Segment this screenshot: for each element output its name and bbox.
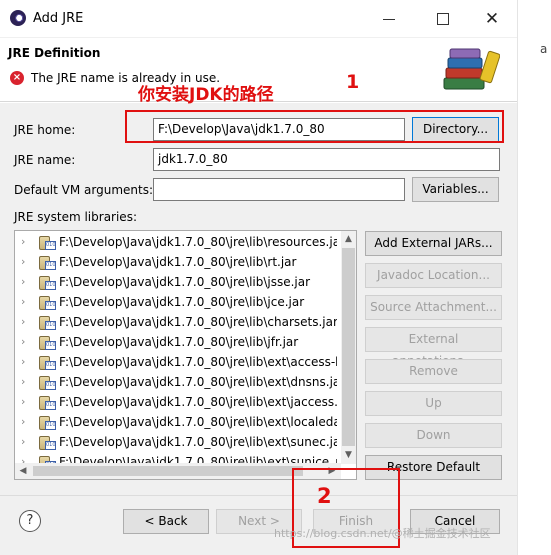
tree-row[interactable]: ›010F:\Develop\Java\jdk1.7.0_80\jre\lib\…	[15, 292, 337, 312]
chevron-right-icon[interactable]: ›	[21, 392, 31, 412]
jar-icon: 010	[39, 435, 56, 450]
annotation-marker-2: 2	[317, 484, 332, 508]
external-annotations-button[interactable]: External annotations...	[365, 327, 502, 368]
close-button[interactable]: ✕	[480, 10, 504, 28]
chevron-right-icon[interactable]: ›	[21, 252, 31, 272]
tree-row[interactable]: ›010F:\Develop\Java\jdk1.7.0_80\jre\lib\…	[15, 312, 337, 332]
variables-button[interactable]: Variables...	[412, 177, 499, 202]
vm-args-field[interactable]	[153, 178, 405, 201]
down-button[interactable]: Down	[365, 423, 502, 448]
chevron-right-icon[interactable]: ›	[21, 412, 31, 432]
source-attachment-button[interactable]: Source Attachment...	[365, 295, 502, 320]
scroll-up-icon[interactable]: ▲	[342, 232, 355, 246]
tree-row[interactable]: ›010F:\Develop\Java\jdk1.7.0_80\jre\lib\…	[15, 352, 337, 372]
chevron-right-icon[interactable]: ›	[21, 372, 31, 392]
jre-name-field[interactable]: jdk1.7.0_80	[153, 148, 500, 171]
up-button[interactable]: Up	[365, 391, 502, 416]
help-icon[interactable]: ?	[19, 510, 41, 532]
jar-icon: 010	[39, 395, 56, 410]
scroll-down-icon[interactable]: ▼	[342, 448, 355, 462]
annotation-box-1	[125, 110, 504, 143]
jar-icon: 010	[39, 415, 56, 430]
tree-row[interactable]: ›010F:\Develop\Java\jdk1.7.0_80\jre\lib\…	[15, 252, 337, 272]
jar-icon: 010	[39, 255, 56, 270]
tree-row[interactable]: ›010F:\Develop\Java\jdk1.7.0_80\jre\lib\…	[15, 372, 337, 392]
libraries-tree[interactable]: › 010 F:\Develop\Java\jdk1.7.0_80\jre\lib\…	[14, 230, 357, 480]
tree-row[interactable]: ›010F:\Develop\Java\jdk1.7.0_80\jre\lib\…	[15, 332, 337, 352]
window-title: Add JRE	[33, 11, 84, 26]
error-icon: ×	[10, 71, 24, 85]
vertical-scroll-thumb[interactable]	[342, 248, 355, 446]
watermark: https://blog.csdn.net/@稀土掘金技术社区	[274, 527, 491, 540]
tree-row[interactable]: ›010F:\Develop\Java\jdk1.7.0_80\jre\lib\…	[15, 432, 337, 452]
chevron-right-icon[interactable]: ›	[21, 232, 31, 252]
tree-row[interactable]: ›010F:\Develop\Java\jdk1.7.0_80\jre\lib\…	[15, 232, 337, 252]
jar-icon: 010	[39, 275, 56, 290]
tree-row[interactable]: ›010F:\Develop\Java\jdk1.7.0_80\jre\lib\…	[15, 392, 337, 412]
chevron-right-icon[interactable]: ›	[21, 272, 31, 292]
maximize-button[interactable]	[427, 10, 457, 28]
jar-icon: 010	[39, 335, 56, 350]
tree-row[interactable]: ›010F:\Develop\Java\jdk1.7.0_80\jre\lib\…	[15, 412, 337, 432]
add-external-jars-button[interactable]: Add External JARs...	[365, 231, 502, 256]
jar-icon: 010	[39, 355, 56, 370]
books-icon	[443, 48, 500, 90]
remove-button[interactable]: Remove	[365, 359, 502, 384]
section-title: JRE Definition	[8, 46, 101, 60]
eclipse-icon	[10, 10, 26, 26]
jar-icon: 010	[39, 235, 56, 250]
jar-icon: 010	[39, 315, 56, 330]
vm-args-label: Default VM arguments:	[14, 183, 154, 197]
background-window-strip	[517, 0, 551, 555]
scroll-left-icon[interactable]: ◀	[16, 464, 30, 478]
minimize-button[interactable]	[375, 10, 405, 28]
background-text-fragment: a	[540, 42, 548, 56]
annotation-label: 你安装JDK的路径	[138, 85, 274, 105]
chevron-right-icon[interactable]: ›	[21, 432, 31, 452]
jar-icon: 010	[39, 295, 56, 310]
tree-row[interactable]: ›010F:\Develop\Java\jdk1.7.0_80\jre\lib\…	[15, 272, 337, 292]
jre-name-label: JRE name:	[14, 153, 76, 167]
jar-icon: 010	[39, 375, 56, 390]
chevron-right-icon[interactable]: ›	[21, 312, 31, 332]
chevron-right-icon[interactable]: ›	[21, 332, 31, 352]
back-button[interactable]: < Back	[123, 509, 209, 534]
libraries-label: JRE system libraries:	[14, 210, 137, 224]
javadoc-location-button[interactable]: Javadoc Location...	[365, 263, 502, 288]
footer-divider	[0, 495, 517, 496]
horizontal-scroll-thumb[interactable]	[33, 466, 303, 476]
chevron-right-icon[interactable]: ›	[21, 352, 31, 372]
annotation-marker-1: 1	[346, 71, 360, 93]
chevron-right-icon[interactable]: ›	[21, 292, 31, 312]
jre-home-label: JRE home:	[14, 123, 76, 137]
